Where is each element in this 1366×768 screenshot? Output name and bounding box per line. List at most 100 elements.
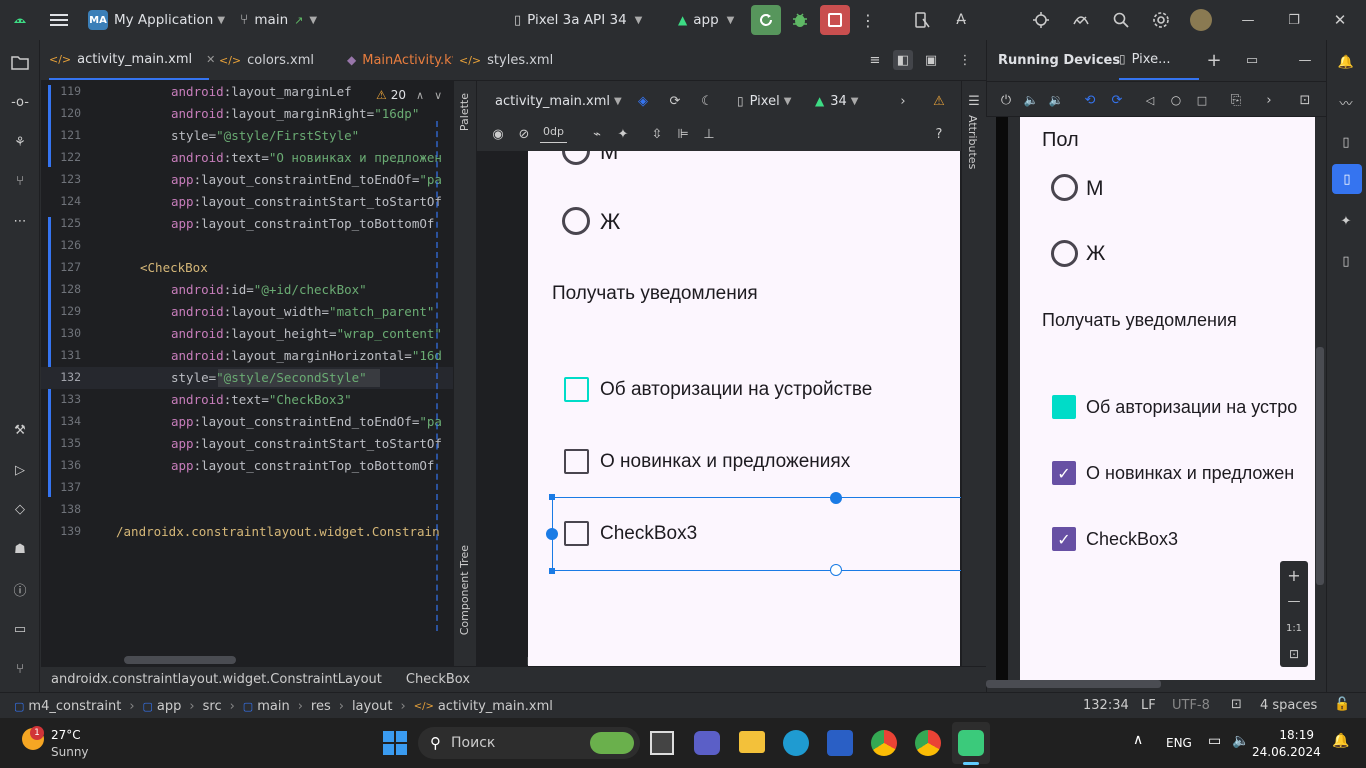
code-line[interactable]: style="@style/SecondStyle" — [171, 370, 367, 385]
orientation-icon[interactable]: ⟳ — [665, 91, 685, 111]
breadcrumb-item[interactable]: activity_main.xml — [438, 699, 553, 714]
weather-temp[interactable]: 27°C — [51, 728, 81, 742]
breadcrumb-item[interactable]: src — [203, 699, 222, 714]
chevron-right-icon[interactable]: › — [1259, 90, 1279, 110]
problems-icon[interactable]: ⓘ — [10, 579, 30, 599]
tab-mainactivity[interactable]: ◆ MainActivity.kt — [347, 40, 457, 80]
project-folder-icon[interactable] — [10, 52, 30, 72]
apply-changes-icon[interactable] — [751, 5, 781, 35]
caret-position[interactable]: 132:34 — [1083, 698, 1129, 713]
checkbox-checked[interactable]: ✓ — [1052, 461, 1076, 485]
code-line[interactable]: app:layout_constraintTop_toBottomOf — [171, 216, 434, 231]
breadcrumb-item[interactable]: androidx.constraintlayout.widget.Constra… — [51, 672, 382, 687]
branch-selector[interactable]: ⑂ main ↗ ▼ — [240, 9, 317, 31]
radio-button[interactable] — [1051, 174, 1078, 201]
view-options-eye-icon[interactable]: ◉ — [488, 124, 508, 144]
preview-device-selector[interactable]: ▯ Pixel ▼ — [737, 91, 791, 111]
component-tree-tab[interactable]: Component Tree — [458, 545, 471, 635]
rotate-left-icon[interactable]: ⟲ — [1080, 90, 1100, 110]
network-icon[interactable]: ▭ — [1208, 733, 1221, 749]
terminal-icon[interactable]: ▭ — [10, 619, 30, 639]
checkbox[interactable] — [564, 377, 589, 402]
close-tab-icon[interactable]: ✕ — [206, 53, 215, 66]
code-line[interactable]: android:layout_marginHorizontal="16d — [171, 348, 442, 363]
close-window-icon[interactable]: ✕ — [1330, 10, 1350, 30]
design-view-icon[interactable]: ▣ — [921, 50, 941, 70]
device-manager-icon[interactable]: ▯ — [1336, 132, 1356, 152]
checkbox-checked[interactable]: ✓ — [1052, 527, 1076, 551]
chrome-icon[interactable] — [871, 730, 897, 756]
tab-activity-main[interactable]: </> activity_main.xml ✕ — [49, 40, 215, 80]
emulator-screen[interactable]: Пол М Ж Получать уведомления Об авториза… — [1020, 117, 1315, 680]
radio-button[interactable] — [1051, 240, 1078, 267]
api-selector[interactable]: ▲ 34 ▼ — [815, 91, 858, 111]
breadcrumb-item[interactable]: main — [257, 699, 289, 714]
code-line[interactable]: android:layout_marginLef — [171, 84, 352, 99]
settings-gear-icon[interactable] — [1151, 10, 1171, 30]
home-icon[interactable]: ○ — [1166, 90, 1186, 110]
rotate-right-icon[interactable]: ⟳ — [1107, 90, 1127, 110]
taskbar-search[interactable]: ⚲ Поиск — [418, 727, 640, 759]
window-options-icon[interactable]: ▭ — [1242, 50, 1262, 70]
volume-up-icon[interactable]: 🔈 — [1021, 90, 1041, 110]
clear-constraints-icon[interactable]: ⌁ — [587, 124, 607, 144]
code-line[interactable]: android:text="О новинках и предложен — [171, 150, 442, 165]
android-studio-icon[interactable] — [958, 730, 984, 756]
horizontal-scrollbar[interactable] — [986, 680, 1161, 688]
design-preview-screen[interactable]: М Ж Получать уведомления Об авторизации … — [528, 151, 960, 666]
code-line[interactable]: app:layout_constraintEnd_toEndOf="pa — [171, 414, 442, 429]
teams-icon[interactable] — [694, 731, 720, 755]
zoom-in-icon[interactable]: + — [1284, 565, 1304, 585]
resize-handle[interactable] — [549, 494, 555, 500]
breadcrumb-item[interactable]: CheckBox — [406, 672, 470, 687]
zoom-fit-icon[interactable]: ⊡ — [1284, 644, 1304, 664]
power-icon[interactable]: ⏻ — [996, 90, 1016, 110]
store-icon[interactable] — [827, 730, 853, 756]
zoom-out-icon[interactable]: — — [1284, 591, 1304, 611]
more-tools-icon[interactable]: ⋯ — [10, 211, 30, 231]
back-icon[interactable]: ◁ — [1140, 90, 1160, 110]
device-explorer-icon[interactable]: ▯ — [1336, 251, 1356, 271]
code-editor[interactable]: android:layout_marginLef android:layout_m… — [116, 81, 453, 666]
design-surface-icon[interactable]: ◈ — [633, 91, 653, 111]
notifications-bell-icon[interactable]: 🔔 — [1332, 733, 1349, 749]
chevron-up-icon[interactable]: ∧ — [1133, 732, 1143, 748]
attributes-icon[interactable]: ☰ — [964, 91, 984, 111]
radio-button[interactable] — [562, 151, 590, 165]
volume-down-icon[interactable]: 🔉 — [1046, 90, 1066, 110]
code-line[interactable]: app:layout_constraintEnd_toEndOf="pa — [171, 172, 442, 187]
constraint-anchor[interactable] — [546, 528, 558, 540]
search-icon[interactable] — [1111, 10, 1131, 30]
structure-icon[interactable]: ⚘ — [10, 132, 30, 152]
app-quality-icon[interactable]: ◇ — [10, 499, 30, 519]
inspection-widget[interactable]: ⚠ 20 ∧ ∨ — [372, 85, 443, 105]
code-line[interactable]: android:text="CheckBox3" — [171, 392, 352, 407]
version-control-icon[interactable]: ⑂ — [10, 659, 30, 679]
device-manager-icon[interactable] — [912, 10, 932, 30]
chevron-up-icon[interactable]: ∧ — [416, 89, 424, 102]
ai-sparkle-icon[interactable]: ✦ — [1336, 211, 1356, 231]
logcat-icon[interactable]: ☗ — [10, 539, 30, 559]
help-icon[interactable]: ? — [929, 124, 949, 144]
device-selector[interactable]: ▯ Pixel 3a API 34 ▼ — [514, 9, 642, 31]
breadcrumb-item[interactable]: layout — [352, 699, 393, 714]
lock-icon[interactable]: 🔓 — [1334, 697, 1350, 712]
indent-setting[interactable]: 4 spaces — [1260, 698, 1317, 713]
constraint-anchor[interactable] — [830, 564, 842, 576]
file-selector[interactable]: activity_main.xml ▼ — [495, 91, 622, 111]
chevron-down-icon[interactable]: ∨ — [434, 89, 442, 102]
code-line[interactable]: app:layout_constraintTop_toBottomOf — [171, 458, 434, 473]
tab-styles[interactable]: </> styles.xml — [459, 40, 553, 80]
project-selector[interactable]: MA My Application ▼ — [88, 9, 225, 31]
tab-pixel[interactable]: ▯ Pixe... — [1119, 40, 1199, 80]
chevron-right-icon[interactable]: › — [893, 91, 913, 111]
code-line[interactable]: android:layout_width="match_parent" — [171, 304, 434, 319]
zoom-actual-size[interactable]: 1:1 — [1284, 618, 1304, 638]
breadcrumb-item[interactable]: res — [311, 699, 331, 714]
avatar[interactable] — [1190, 9, 1212, 31]
screenshot-icon[interactable]: ⎘ — [1226, 90, 1246, 110]
translate-icon[interactable]: A̶ — [951, 10, 971, 30]
code-line[interactable]: <CheckBox — [140, 260, 208, 275]
run-icon[interactable]: ▷ — [10, 460, 30, 480]
attributes-tab[interactable]: Attributes — [966, 115, 979, 169]
